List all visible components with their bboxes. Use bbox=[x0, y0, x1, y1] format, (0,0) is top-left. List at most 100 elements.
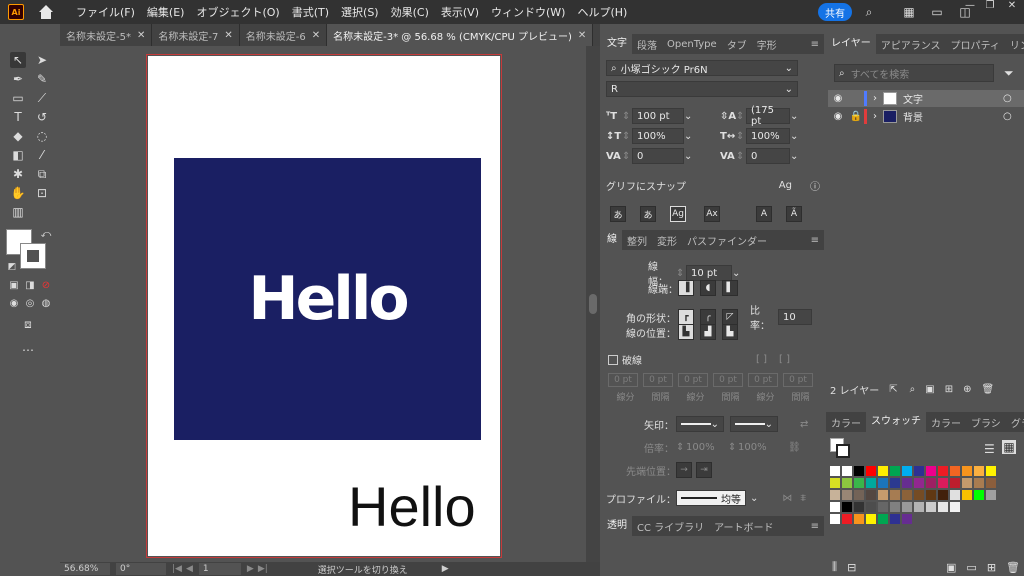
grid-view-icon[interactable]: ▦ bbox=[1002, 440, 1016, 454]
tab-swatches[interactable]: スウォッチ bbox=[866, 412, 926, 432]
close-tab-icon[interactable]: ✕ bbox=[224, 30, 232, 41]
align-center-icon[interactable]: ▙ bbox=[678, 324, 694, 340]
start-arrow-select[interactable]: ⌄ bbox=[676, 416, 724, 432]
chevron-down-icon[interactable]: ⌄ bbox=[684, 131, 706, 142]
stepper-icon[interactable]: ⇕ bbox=[622, 131, 632, 142]
more-tools-icon[interactable]: ⋯ bbox=[20, 342, 36, 358]
tab-opentype[interactable]: OpenType bbox=[662, 39, 722, 50]
artboard-tool-icon[interactable]: ⊡ bbox=[34, 185, 50, 201]
bevel-join-icon[interactable]: ◸ bbox=[722, 309, 738, 325]
layer-name[interactable]: 文字 bbox=[903, 91, 1003, 106]
color-swatch[interactable] bbox=[830, 490, 840, 500]
color-swatch[interactable] bbox=[878, 514, 888, 524]
new-sublayer-icon[interactable]: ⊞ bbox=[945, 384, 953, 395]
tab-paragraph[interactable]: 段落 bbox=[632, 37, 662, 52]
chevron-down-icon[interactable]: ⌄ bbox=[684, 111, 706, 122]
none-mode-icon[interactable]: ⊘ bbox=[38, 278, 54, 294]
menu-object[interactable]: オブジェクト(O) bbox=[190, 4, 285, 20]
clipping-mask-icon[interactable]: ▣ bbox=[925, 384, 934, 395]
dashed-line-checkbox[interactable] bbox=[608, 354, 618, 365]
swatch-options-icon[interactable]: ▣ bbox=[946, 561, 956, 574]
dash-align-icon[interactable]: [ ] bbox=[779, 354, 790, 365]
snap-anchor-icon[interactable]: Ã bbox=[786, 206, 802, 222]
menu-type[interactable]: 書式(T) bbox=[286, 4, 335, 20]
draw-behind-icon[interactable]: ◎ bbox=[22, 296, 38, 312]
color-mode-icon[interactable]: ▣ bbox=[6, 278, 22, 294]
round-cap-icon[interactable]: ◖ bbox=[700, 280, 716, 296]
color-swatch[interactable] bbox=[938, 478, 948, 488]
stepper-icon[interactable]: ⇕ bbox=[622, 151, 632, 162]
workspace-icon[interactable]: ▦ bbox=[902, 5, 916, 19]
color-swatch[interactable] bbox=[830, 478, 840, 488]
tab-properties[interactable]: プロパティ bbox=[946, 37, 1005, 52]
menu-window[interactable]: ウィンドウ(W) bbox=[485, 4, 571, 20]
chevron-right-icon[interactable]: › bbox=[873, 111, 883, 122]
first-artboard-icon[interactable]: |◀ bbox=[172, 564, 182, 574]
tip-at-end-icon[interactable]: ⇥ bbox=[696, 462, 712, 478]
miter-join-icon[interactable]: ┏ bbox=[678, 309, 694, 325]
horizontal-scale-field[interactable]: 100% bbox=[746, 128, 790, 144]
color-swatch[interactable] bbox=[986, 466, 996, 476]
tab-layers[interactable]: レイヤー bbox=[826, 34, 876, 54]
doc-tab[interactable]: 名称未設定-7 ✕ bbox=[152, 24, 240, 46]
show-kind-icon[interactable]: ⊟ bbox=[847, 561, 856, 574]
color-swatch[interactable] bbox=[962, 478, 972, 488]
tracking-field[interactable]: 0 bbox=[746, 148, 790, 164]
arrow-scale-end[interactable]: 100% bbox=[738, 442, 774, 453]
color-swatch[interactable] bbox=[866, 466, 876, 476]
visibility-eye-icon[interactable]: ◉ bbox=[828, 93, 848, 104]
color-swatch[interactable] bbox=[914, 490, 924, 500]
color-swatch[interactable] bbox=[842, 466, 852, 476]
tab-glyphs[interactable]: 字形 bbox=[752, 37, 782, 52]
color-swatch[interactable] bbox=[842, 502, 852, 512]
vertical-scrollbar[interactable] bbox=[586, 46, 600, 562]
color-swatch[interactable] bbox=[878, 478, 888, 488]
stroke-color-swatch[interactable] bbox=[20, 243, 46, 269]
next-artboard-icon[interactable]: ▶ bbox=[247, 564, 254, 574]
snap-proximity-icon[interactable]: Ax bbox=[704, 206, 720, 222]
status-menu-icon[interactable]: ▶ bbox=[442, 564, 449, 574]
color-swatch[interactable] bbox=[950, 490, 960, 500]
new-swatch-icon[interactable]: ⊞ bbox=[987, 561, 996, 574]
color-swatch[interactable] bbox=[950, 502, 960, 512]
panel-menu-icon[interactable]: ≡ bbox=[806, 39, 824, 50]
search-icon[interactable]: ⌕ bbox=[862, 5, 876, 19]
color-swatch[interactable] bbox=[830, 502, 840, 512]
tab-character[interactable]: 文字 bbox=[602, 34, 632, 54]
color-swatch[interactable] bbox=[854, 466, 864, 476]
snap-baseline-icon[interactable]: あ bbox=[610, 206, 626, 222]
miter-limit-field[interactable]: 10 bbox=[778, 309, 812, 325]
tip-beyond-icon[interactable]: → bbox=[676, 462, 692, 478]
layer-name[interactable]: 背景 bbox=[903, 109, 1003, 124]
vertical-scale-field[interactable]: 100% bbox=[632, 128, 684, 144]
color-swatch[interactable] bbox=[890, 502, 900, 512]
tab-cc-libraries[interactable]: CC ライブラリ bbox=[632, 519, 709, 534]
tab-links[interactable]: リンク bbox=[1005, 37, 1024, 52]
color-swatch[interactable] bbox=[902, 502, 912, 512]
blend-tool-icon[interactable]: ⧉ bbox=[34, 166, 50, 182]
draw-inside-icon[interactable]: ◍ bbox=[38, 296, 54, 312]
end-arrow-select[interactable]: ⌄ bbox=[730, 416, 778, 432]
curvature-tool-icon[interactable]: ✎ bbox=[34, 71, 50, 87]
close-tab-icon[interactable]: ✕ bbox=[312, 30, 320, 41]
panel-menu-icon[interactable]: ≡ bbox=[806, 235, 824, 246]
color-swatch[interactable] bbox=[902, 514, 912, 524]
doc-tab-active[interactable]: 名称未設定-3* @ 56.68 % (CMYK/CPU プレビュー) ✕ bbox=[327, 24, 594, 46]
type-tool-icon[interactable]: T bbox=[10, 109, 26, 125]
color-swatch[interactable] bbox=[890, 514, 900, 524]
chevron-down-icon[interactable]: ⌄ bbox=[790, 111, 798, 122]
rotation-field[interactable]: 0° bbox=[116, 563, 166, 575]
graph-tool-icon[interactable]: ▥ bbox=[10, 204, 26, 220]
font-size-field[interactable]: 100 pt bbox=[632, 108, 684, 124]
menu-help[interactable]: ヘルプ(H) bbox=[571, 4, 633, 20]
projecting-cap-icon[interactable]: ▌ bbox=[722, 280, 738, 296]
direct-selection-tool-icon[interactable]: ➤ bbox=[34, 52, 50, 68]
leading-field[interactable]: (175 pt bbox=[746, 105, 790, 127]
tab-gradient[interactable]: グラデ bbox=[1006, 415, 1024, 430]
gradient-mode-icon[interactable]: ◨ bbox=[22, 278, 38, 294]
panel-menu-icon[interactable]: ≡ bbox=[806, 521, 824, 532]
last-artboard-icon[interactable]: ▶| bbox=[258, 564, 268, 574]
color-swatch[interactable] bbox=[842, 478, 852, 488]
stroke-preview[interactable] bbox=[836, 444, 850, 458]
color-swatch[interactable] bbox=[962, 466, 972, 476]
